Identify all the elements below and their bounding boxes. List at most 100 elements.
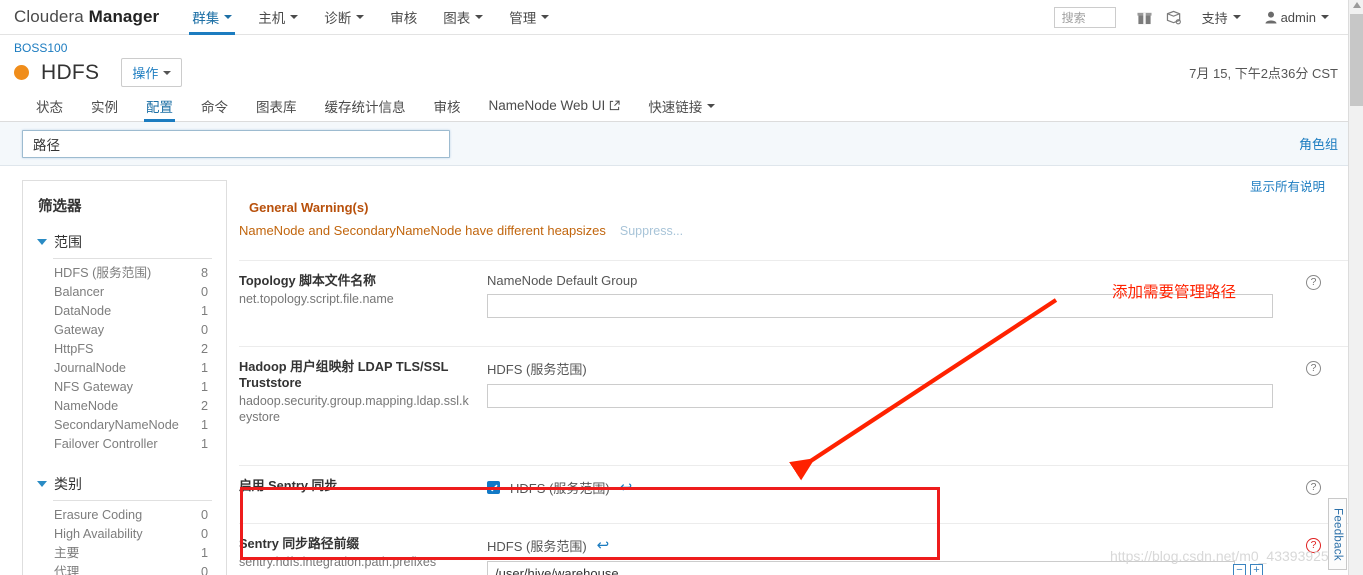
filter-group-scope-label: 范围 (54, 234, 82, 250)
add-path-button[interactable]: + (1250, 564, 1263, 575)
page-body: 筛选器 范围 HDFS (服务范围) 8 Balancer 0 DataNode 1 … (0, 166, 1363, 575)
filters-sidebar: 筛选器 范围 HDFS (服务范围) 8 Balancer 0 DataNode 1 … (22, 180, 227, 575)
service-tabs: 状态 实例 配置 命令 图表库 缓存统计信息 审核 NameNode Web U… (0, 90, 1363, 122)
actions-button[interactable]: 操作 (121, 58, 183, 87)
user-icon (1265, 11, 1277, 23)
property-scope: HDFS (服务范围) (487, 362, 587, 377)
page-scrollbar[interactable] (1348, 0, 1363, 575)
suppress-link[interactable]: Suppress... (620, 224, 683, 238)
brand-bold: Manager (88, 7, 160, 26)
enable-sentry-sync-checkbox[interactable] (487, 481, 500, 494)
property-name: Hadoop 用户组映射 LDAP TLS/SSL Truststore (239, 359, 449, 390)
help-icon[interactable]: ? (1306, 361, 1321, 376)
service-title-row: HDFS 操作 (14, 58, 1363, 87)
sidebar-item-secondarynamenode[interactable]: SecondaryNameNode 1 (23, 416, 226, 435)
annotation-text: 添加需要管理路径 (1112, 284, 1237, 301)
feedback-label: Feedback (1331, 507, 1344, 561)
config-search-value: 路径 (33, 137, 60, 153)
show-all-descriptions-link[interactable]: 显示所有说明 (1250, 176, 1325, 195)
nav-item-clusters[interactable]: 群集 (179, 0, 245, 35)
property-name: Sentry 同步路径前缀 (239, 536, 360, 551)
chevron-down-icon (1232, 15, 1241, 19)
tab-commands[interactable]: 命令 (187, 90, 242, 121)
nav-item-diagnostics[interactable]: 诊断 (311, 0, 377, 35)
sidebar-item-datanode[interactable]: DataNode 1 (23, 302, 226, 321)
user-menu-label: admin (1280, 9, 1316, 25)
undo-icon[interactable]: ↩ (597, 538, 610, 553)
sidebar-item-failover-controller[interactable]: Failover Controller 1 (23, 435, 226, 454)
sidebar-item-hdfs-service-wide[interactable]: HDFS (服务范围) 8 (23, 264, 226, 283)
property-label-block: 启用 Sentry 同步 (239, 478, 487, 503)
config-search-input[interactable]: 路径 (22, 129, 450, 158)
global-search-input[interactable]: 搜索 (1053, 6, 1116, 28)
sidebar-item-namenode[interactable]: NameNode 2 (23, 397, 226, 416)
service-header: BOSS100 HDFS 操作 7月 15, 下午2点36分 CST (0, 35, 1363, 90)
filter-group-category-header[interactable]: 类别 (23, 468, 226, 499)
help-icon[interactable]: ? (1306, 275, 1321, 290)
top-navigation-bar: Cloudera Manager 群集 主机 诊断 审核 图表 管理 搜索 支持… (0, 0, 1363, 35)
chevron-down-icon (163, 70, 172, 75)
breadcrumb-cluster[interactable]: BOSS100 (14, 41, 1363, 55)
filter-group-scope-header[interactable]: 范围 (23, 226, 226, 257)
tab-quick-links[interactable]: 快速链接 (634, 90, 729, 121)
role-groups-link[interactable]: 角色组 (1299, 134, 1338, 153)
general-warnings-title: General Warning(s) (249, 200, 369, 215)
top-nav-right: 搜索 支持 admin (1053, 0, 1363, 35)
feedback-tab[interactable]: Feedback (1328, 498, 1347, 570)
chevron-down-icon (37, 481, 47, 487)
sidebar-item-nfs-gateway[interactable]: NFS Gateway 1 (23, 378, 226, 397)
general-warning-row: NameNode and SecondaryNameNode have diff… (239, 223, 1363, 238)
sidebar-item-high-availability[interactable]: High Availability 0 (23, 525, 226, 544)
parcel-icon[interactable] (1162, 5, 1188, 29)
property-key: net.topology.script.file.name (239, 292, 394, 306)
nav-item-administration[interactable]: 管理 (496, 0, 562, 35)
general-warning-text: NameNode and SecondaryNameNode have diff… (239, 223, 606, 238)
sidebar-item-httpfs[interactable]: HttpFS 2 (23, 340, 226, 359)
undo-icon[interactable]: ↩ (620, 480, 633, 495)
sidebar-item-proxy[interactable]: 代理 0 (23, 563, 226, 575)
sidebar-item-gateway[interactable]: Gateway 0 (23, 321, 226, 340)
nav-item-support[interactable]: 支持 (1192, 0, 1251, 35)
property-value-block: HDFS (服务范围) ↩ (487, 478, 1363, 503)
config-search-row: 路径 角色组 (0, 122, 1363, 166)
scrollbar-thumb[interactable] (1350, 14, 1363, 106)
property-scope: HDFS (服务范围) (487, 539, 587, 554)
divider (53, 258, 212, 259)
chevron-down-icon (37, 239, 47, 245)
divider (53, 500, 212, 501)
nav-item-charts[interactable]: 图表 (430, 0, 496, 35)
tab-cache-statistics[interactable]: 缓存统计信息 (311, 90, 420, 121)
sidebar-item-balancer[interactable]: Balancer 0 (23, 283, 226, 302)
nav-item-support-label: 支持 (1201, 10, 1228, 26)
sidebar-item-main[interactable]: 主要 1 (23, 544, 226, 563)
page-title: HDFS (41, 60, 100, 84)
property-row-ldap-truststore: Hadoop 用户组映射 LDAP TLS/SSL Truststore had… (239, 346, 1363, 435)
remove-path-button[interactable]: − (1233, 564, 1246, 575)
property-name: 启用 Sentry 同步 (239, 478, 338, 493)
scroll-up-arrow-icon[interactable] (1353, 2, 1361, 8)
chevron-down-icon (1321, 15, 1329, 19)
nav-item-diagnostics-label: 诊断 (324, 11, 352, 26)
sidebar-item-journalnode[interactable]: JournalNode 1 (23, 359, 226, 378)
user-menu[interactable]: admin (1255, 10, 1335, 25)
property-row-enable-sentry-sync: 启用 Sentry 同步 HDFS (服务范围) ↩ ? (239, 465, 1363, 517)
nav-item-hosts-label: 主机 (258, 11, 286, 26)
gift-icon[interactable] (1132, 5, 1158, 29)
tab-configuration[interactable]: 配置 (132, 90, 187, 122)
tab-audits[interactable]: 审核 (420, 90, 475, 121)
nav-item-hosts[interactable]: 主机 (245, 0, 311, 35)
property-label-block: Hadoop 用户组映射 LDAP TLS/SSL Truststore had… (239, 359, 487, 425)
property-key: hadoop.security.group.mapping.ldap.ssl.k… (239, 394, 469, 424)
brand-light: Cloudera (14, 7, 89, 26)
tab-status[interactable]: 状态 (22, 90, 77, 121)
nav-item-audits[interactable]: 审核 (377, 0, 430, 35)
help-icon[interactable]: ? (1306, 480, 1321, 495)
tab-charts-library[interactable]: 图表库 (242, 90, 311, 121)
property-scope-row: HDFS (服务范围) ↩ (487, 478, 1273, 497)
sidebar-item-erasure-coding[interactable]: Erasure Coding 0 (23, 506, 226, 525)
app-brand[interactable]: Cloudera Manager (0, 7, 179, 27)
tab-instances[interactable]: 实例 (77, 90, 132, 121)
ldap-truststore-input[interactable] (487, 384, 1273, 408)
tab-namenode-web-ui[interactable]: NameNode Web UI (475, 90, 635, 121)
property-name: Topology 脚本文件名称 (239, 273, 376, 288)
